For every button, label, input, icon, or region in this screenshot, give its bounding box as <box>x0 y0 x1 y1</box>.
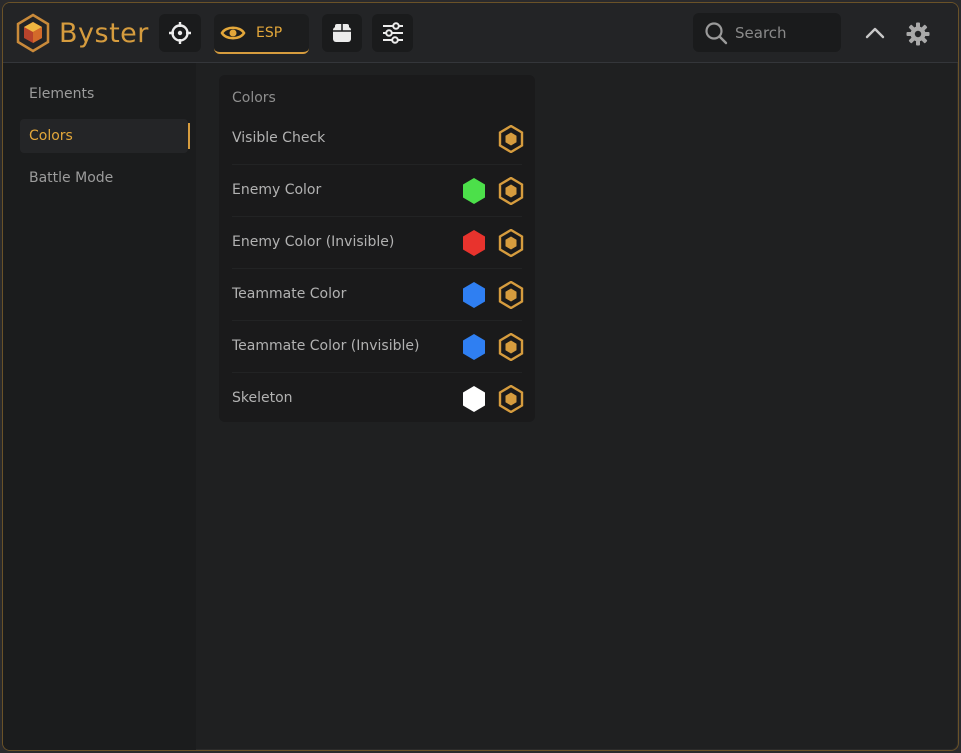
sidebar: Elements Colors Battle Mode <box>3 63 196 750</box>
setting-row-skeleton: Skeleton <box>219 372 535 424</box>
box-icon <box>333 24 351 42</box>
colors-panel: Colors Visible Check Enemy Color Enemy Col… <box>219 75 535 422</box>
sliders-icon <box>382 22 403 44</box>
settings-button[interactable] <box>905 21 931 47</box>
row-options-hex-icon[interactable] <box>498 333 524 361</box>
tab-items[interactable] <box>322 14 362 52</box>
setting-label: Skeleton <box>232 390 293 406</box>
sidebar-item-label: Battle Mode <box>29 170 114 186</box>
row-divider <box>232 268 522 269</box>
tab-aim[interactable] <box>159 14 201 52</box>
title-bar: Byster ESP <box>3 3 958 63</box>
row-divider <box>232 164 522 165</box>
app-window: Byster ESP Search Elements Colors Battle… <box>2 2 959 751</box>
setting-row-teammate-color: Teammate Color <box>219 268 535 320</box>
row-options-hex-icon[interactable] <box>498 177 524 205</box>
sidebar-item-colors[interactable]: Colors <box>20 119 190 153</box>
panel-title: Colors <box>232 90 276 106</box>
eye-icon <box>220 26 246 40</box>
search-input[interactable] <box>733 22 837 43</box>
chevron-up-icon <box>865 27 885 39</box>
search-icon <box>705 21 728 44</box>
row-options-hex-icon[interactable] <box>498 125 524 153</box>
tab-settings-sliders[interactable] <box>372 14 413 52</box>
setting-row-enemy-color: Enemy Color <box>219 164 535 216</box>
color-swatch-hex-icon[interactable] <box>461 385 487 413</box>
setting-row-visible-check: Visible Check <box>219 112 535 164</box>
sidebar-item-label: Elements <box>29 86 95 102</box>
tab-esp[interactable]: ESP <box>214 14 309 54</box>
app-name: Byster <box>59 17 149 49</box>
crosshair-icon <box>169 22 191 44</box>
row-divider <box>232 216 522 217</box>
setting-label: Enemy Color <box>232 182 322 198</box>
color-swatch-hex-icon[interactable] <box>461 281 487 309</box>
sidebar-item-battle-mode[interactable]: Battle Mode <box>20 161 188 195</box>
gear-icon <box>906 22 930 46</box>
row-options-hex-icon[interactable] <box>498 229 524 257</box>
row-options-hex-icon[interactable] <box>498 281 524 309</box>
color-swatch-hex-icon[interactable] <box>461 229 487 257</box>
search-box[interactable] <box>693 13 841 52</box>
sidebar-item-label: Colors <box>29 128 73 144</box>
setting-label: Teammate Color (Invisible) <box>232 338 420 354</box>
byster-logo-icon <box>16 13 50 53</box>
tab-esp-label: ESP <box>256 25 283 41</box>
collapse-button[interactable] <box>862 21 888 45</box>
row-divider <box>232 320 522 321</box>
sidebar-item-elements[interactable]: Elements <box>20 77 188 111</box>
setting-label: Teammate Color <box>232 286 347 302</box>
setting-row-teammate-color-invisible: Teammate Color (Invisible) <box>219 320 535 372</box>
color-swatch-hex-icon[interactable] <box>461 333 487 361</box>
setting-row-enemy-color-invisible: Enemy Color (Invisible) <box>219 216 535 268</box>
color-swatch-hex-icon[interactable] <box>461 177 487 205</box>
row-divider <box>232 372 522 373</box>
setting-label: Enemy Color (Invisible) <box>232 234 395 250</box>
setting-label: Visible Check <box>232 130 326 146</box>
row-options-hex-icon[interactable] <box>498 385 524 413</box>
brand: Byster <box>15 13 149 53</box>
